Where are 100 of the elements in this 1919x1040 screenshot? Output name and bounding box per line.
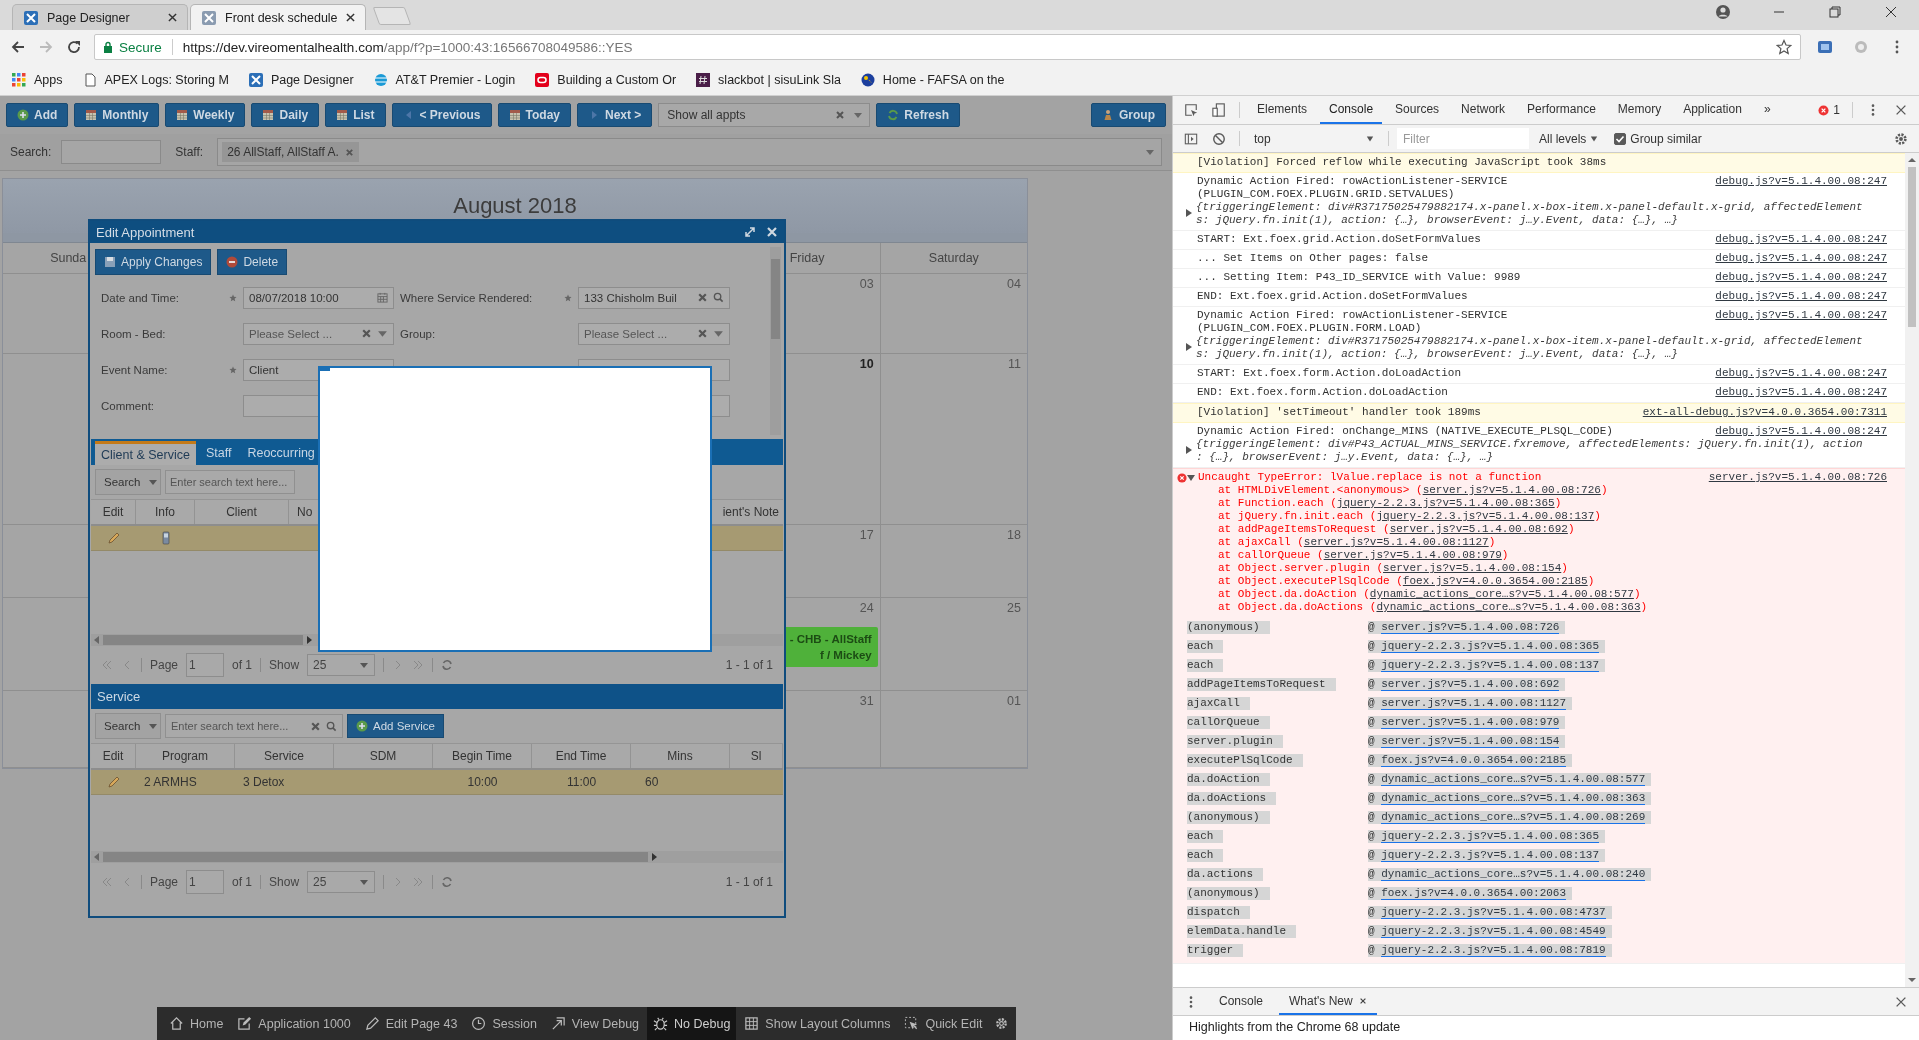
expand-arrow-icon[interactable] bbox=[1185, 209, 1193, 217]
page-field[interactable]: 1 bbox=[186, 653, 225, 677]
source-link[interactable]: foex.js?v=4.0.0.3654.00:2185 bbox=[1402, 575, 1588, 587]
toolbar-button[interactable]: Daily bbox=[251, 103, 320, 127]
page-field[interactable]: 1 bbox=[186, 870, 225, 894]
devtools-tab[interactable]: Elements bbox=[1248, 96, 1317, 124]
developer-bar-item[interactable]: Quick Edit bbox=[898, 1007, 989, 1040]
source-link[interactable]: server.js?v=5.1.4.00.08:979 bbox=[1323, 549, 1502, 561]
scroll-right-icon[interactable] bbox=[651, 853, 657, 861]
bookmark-link[interactable]: APEX Logs: Storing M bbox=[82, 72, 229, 87]
drawer-tab[interactable]: Console bbox=[1209, 988, 1274, 1015]
close-icon[interactable] bbox=[168, 13, 177, 22]
clear-icon[interactable] bbox=[361, 328, 372, 339]
scroll-thumb[interactable] bbox=[103, 852, 648, 862]
source-link[interactable]: server.js?v=5.1.4.00.08:726 bbox=[1708, 471, 1887, 484]
sidebar-icon[interactable] bbox=[1184, 131, 1198, 146]
levels-select[interactable]: All levels bbox=[1533, 125, 1605, 152]
more-tabs-button[interactable]: » bbox=[1754, 96, 1780, 124]
scroll-up-icon[interactable] bbox=[1908, 157, 1916, 163]
source-link[interactable]: server.js?v=5.1.4.00.08:726 bbox=[1422, 484, 1601, 496]
browser-tab[interactable]: Page Designer bbox=[12, 4, 188, 30]
context-select[interactable]: top bbox=[1248, 125, 1380, 152]
caret-icon[interactable] bbox=[1145, 147, 1155, 157]
settings-icon[interactable] bbox=[1894, 131, 1908, 146]
source-link[interactable]: server.js?v=5.1.4.00.08:1127 bbox=[1381, 697, 1567, 710]
toolbar-button[interactable]: Weekly bbox=[165, 103, 246, 127]
toolbar-button[interactable]: Add bbox=[6, 103, 69, 127]
page-size-select[interactable]: 25 bbox=[307, 654, 376, 676]
source-link[interactable]: jquery-2.2.3.js?v=5.1.4.00.08:365 bbox=[1336, 497, 1555, 509]
search-menu-button[interactable]: Search bbox=[95, 469, 161, 495]
scroll-down-icon[interactable] bbox=[1908, 977, 1916, 983]
address-bar[interactable]: Secure https://dev.vireomentalhealth.com/app/f?p=1000:43:16566708049586::YES bbox=[94, 34, 1801, 60]
source-link[interactable]: server.js?v=5.1.4.00.08:154 bbox=[1383, 562, 1562, 574]
column-header[interactable]: Program bbox=[136, 744, 235, 768]
source-link[interactable]: jquery-2.2.3.js?v=5.1.4.00.08:4549 bbox=[1381, 925, 1606, 938]
dialog-tab[interactable]: Client & Service bbox=[95, 441, 196, 465]
source-link[interactable]: debug.js?v=5.1.4.00.08:247 bbox=[1715, 425, 1887, 438]
expand-arrow-icon[interactable] bbox=[1187, 474, 1195, 482]
devtools-tab[interactable]: Application bbox=[1674, 96, 1751, 124]
calendar-icon[interactable] bbox=[377, 292, 388, 303]
clear-console-icon[interactable] bbox=[1212, 131, 1226, 146]
search-field[interactable] bbox=[61, 140, 162, 164]
developer-bar-item[interactable]: Show Layout Columns bbox=[738, 1007, 897, 1040]
clear-icon[interactable] bbox=[697, 292, 708, 303]
developer-bar-item[interactable]: Edit Page 43 bbox=[358, 1007, 464, 1040]
source-link[interactable]: jquery-2.2.3.js?v=5.1.4.00.08:4737 bbox=[1381, 906, 1606, 919]
search-field[interactable]: Enter search text here... bbox=[165, 470, 295, 494]
source-link[interactable]: jquery-2.2.3.js?v=5.1.4.00.08:365 bbox=[1381, 830, 1600, 843]
close-icon[interactable] bbox=[1358, 996, 1367, 1005]
source-link[interactable]: debug.js?v=5.1.4.00.08:247 bbox=[1715, 252, 1887, 265]
source-link[interactable]: jquery-2.2.3.js?v=5.1.4.00.08:365 bbox=[1381, 640, 1600, 653]
staff-select[interactable]: 26 AllStaff, AllStaff A. bbox=[217, 138, 1162, 166]
source-link[interactable]: dynamic_actions_core…s?v=5.1.4.00.08:577 bbox=[1381, 773, 1646, 786]
refresh-icon[interactable] bbox=[441, 876, 454, 888]
source-link[interactable]: debug.js?v=5.1.4.00.08:247 bbox=[1715, 309, 1887, 322]
scrollbar[interactable] bbox=[91, 851, 783, 863]
scroll-thumb[interactable] bbox=[771, 259, 780, 339]
bookmark-link[interactable]: Home - FAFSA on the bbox=[860, 72, 1005, 87]
search-icon[interactable] bbox=[326, 720, 337, 732]
source-link[interactable]: server.js?v=5.1.4.00.08:154 bbox=[1381, 735, 1560, 748]
scroll-left-icon[interactable] bbox=[94, 636, 100, 644]
extension-icon[interactable] bbox=[1817, 39, 1833, 55]
scroll-left-icon[interactable] bbox=[94, 853, 100, 861]
column-header[interactable]: Sl bbox=[730, 744, 783, 768]
devtools-tab[interactable]: Memory bbox=[1608, 96, 1671, 124]
pencil-icon[interactable] bbox=[106, 775, 121, 789]
expand-arrow-icon[interactable] bbox=[1185, 343, 1193, 351]
drawer-tab[interactable]: What's New bbox=[1279, 988, 1377, 1015]
settings-icon[interactable] bbox=[994, 1016, 1010, 1031]
apply-changes-button[interactable]: Apply Changes bbox=[95, 249, 212, 275]
forward-icon[interactable] bbox=[38, 39, 54, 55]
refresh-icon[interactable] bbox=[441, 659, 454, 671]
maximize-icon[interactable] bbox=[744, 226, 756, 238]
developer-bar-item[interactable]: View Debug bbox=[544, 1007, 646, 1040]
column-header[interactable]: Edit bbox=[91, 744, 136, 768]
column-header[interactable]: Service bbox=[235, 744, 334, 768]
source-link[interactable]: jquery-2.2.3.js?v=5.1.4.00.08:137 bbox=[1376, 510, 1595, 522]
source-link[interactable]: server.js?v=5.1.4.00.08:692 bbox=[1381, 678, 1560, 691]
error-count[interactable]: 1 bbox=[1833, 103, 1840, 117]
user-icon[interactable] bbox=[1715, 3, 1731, 20]
dialog-tab[interactable]: Reoccurring bbox=[241, 441, 321, 465]
source-link[interactable]: foex.js?v=4.0.0.3654.00:2063 bbox=[1381, 887, 1567, 900]
clear-icon[interactable] bbox=[310, 720, 321, 732]
column-header[interactable]: Begin Time bbox=[433, 744, 532, 768]
clear-icon[interactable] bbox=[835, 110, 846, 120]
bookmark-link[interactable]: AT&T Premier - Login bbox=[373, 72, 516, 87]
column-header[interactable]: End Time bbox=[532, 744, 631, 768]
input-field[interactable]: 133 Chisholm Buil bbox=[578, 286, 730, 309]
source-link[interactable]: jquery-2.2.3.js?v=5.1.4.00.08:137 bbox=[1381, 659, 1600, 672]
add-service-button[interactable]: Add Service bbox=[347, 714, 444, 738]
search-menu-button[interactable]: Search bbox=[95, 713, 161, 739]
filter-field[interactable]: Filter bbox=[1397, 128, 1529, 149]
back-icon[interactable] bbox=[10, 39, 26, 55]
source-link[interactable]: server.js?v=5.1.4.00.08:726 bbox=[1381, 621, 1560, 634]
search-icon[interactable] bbox=[713, 292, 724, 303]
source-link[interactable]: foex.js?v=4.0.0.3654.00:2185 bbox=[1381, 754, 1567, 767]
inspect-icon[interactable] bbox=[1184, 103, 1198, 117]
clear-icon[interactable] bbox=[697, 328, 708, 339]
column-header[interactable]: SDM bbox=[334, 744, 433, 768]
source-link[interactable]: ext-all-debug.js?v=4.0.0.3654.00:7311 bbox=[1642, 406, 1887, 419]
